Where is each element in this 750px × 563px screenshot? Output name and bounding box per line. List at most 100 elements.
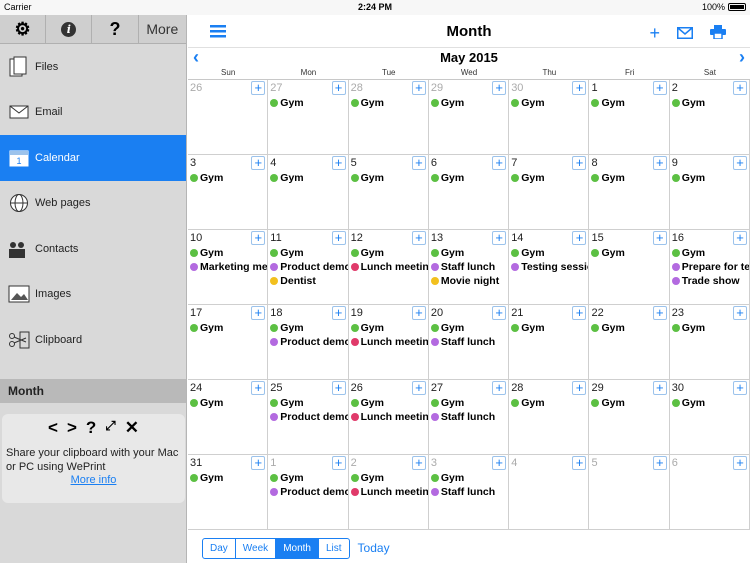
today-button[interactable]: Today [358, 541, 390, 555]
day-cell[interactable]: 25 + Gym Product demo [268, 380, 349, 455]
event-item[interactable]: Gym [350, 321, 428, 335]
add-event-button[interactable]: + [652, 381, 667, 395]
add-event-button[interactable]: + [733, 231, 748, 245]
add-event-button[interactable]: + [411, 381, 426, 395]
day-cell[interactable]: 3 + Gym [188, 155, 269, 230]
add-event-button[interactable]: + [251, 456, 266, 470]
view-tab-month[interactable]: Month [276, 538, 319, 558]
add-event-button[interactable]: + [251, 156, 266, 170]
add-event-button[interactable]: + [572, 381, 587, 395]
chevron-left-icon[interactable]: ‹ [193, 48, 199, 66]
help-button[interactable]: ? [92, 15, 139, 43]
sidebar-item-files[interactable]: Files [0, 44, 186, 90]
day-cell[interactable]: 19 + Gym Lunch meetin [348, 305, 429, 380]
add-event-button[interactable]: + [251, 306, 266, 320]
add-event-button[interactable]: + [411, 231, 426, 245]
event-item[interactable]: Product demo [270, 410, 348, 424]
day-cell[interactable]: 12 + Gym Lunch meetin [348, 230, 429, 305]
event-item[interactable]: Gym [511, 396, 588, 410]
event-item[interactable]: Gym [511, 96, 588, 110]
add-event-button[interactable]: + [492, 81, 507, 95]
event-item[interactable]: Gym [430, 471, 508, 485]
event-item[interactable]: Staff lunch [430, 410, 508, 424]
day-cell[interactable]: 18 + Gym Product demo [268, 305, 349, 380]
sidebar-item-calendar[interactable]: 1 Calendar [0, 135, 186, 181]
day-cell[interactable]: 14 + Gym Testing sessio [509, 230, 590, 305]
add-event-button[interactable]: + [572, 156, 587, 170]
event-item[interactable]: Testing sessio [511, 260, 588, 274]
add-event-button[interactable]: + [251, 381, 266, 395]
event-item[interactable]: Staff lunch [430, 485, 508, 499]
day-cell[interactable]: 4 + [509, 455, 590, 530]
add-event-button[interactable]: + [652, 231, 667, 245]
print-icon[interactable] [710, 23, 726, 44]
event-item[interactable]: Prepare for te [671, 260, 749, 274]
day-cell[interactable]: 30 + Gym [509, 80, 590, 155]
add-event-button[interactable]: + [492, 306, 507, 320]
sidebar-item-clipboard[interactable]: Clipboard [0, 317, 186, 363]
event-item[interactable]: Gym [511, 246, 588, 260]
day-cell[interactable]: 4 + Gym [268, 155, 349, 230]
chevron-right-icon[interactable]: > [67, 418, 77, 438]
day-cell[interactable]: 21 + Gym [509, 305, 590, 380]
chevron-left-icon[interactable]: < [48, 418, 58, 438]
event-item[interactable]: Dentist [270, 274, 347, 288]
event-item[interactable]: Gym [190, 321, 267, 335]
add-event-button[interactable]: + [492, 231, 507, 245]
day-cell[interactable]: 16 + Gym Prepare for te Trade show [669, 230, 750, 305]
add-event-button[interactable]: + [572, 231, 587, 245]
add-event-button[interactable]: + [492, 381, 507, 395]
event-item[interactable]: Gym [591, 321, 668, 335]
add-event-button[interactable]: + [733, 381, 748, 395]
event-item[interactable]: Gym [511, 171, 588, 185]
sidebar-item-web-pages[interactable]: Web pages [0, 181, 186, 227]
add-event-button[interactable]: + [331, 456, 346, 470]
day-cell[interactable]: 27 + Gym [268, 80, 349, 155]
day-cell[interactable]: 17 + Gym [188, 305, 269, 380]
day-cell[interactable]: 26 + Gym Lunch meetin [348, 380, 429, 455]
add-event-button[interactable]: + [652, 306, 667, 320]
day-cell[interactable]: 24 + Gym [188, 380, 269, 455]
mail-icon[interactable] [677, 23, 693, 44]
event-item[interactable]: Lunch meetin [350, 335, 428, 349]
day-cell[interactable]: 31 + Gym [188, 455, 269, 530]
event-item[interactable]: Gym [350, 96, 428, 110]
event-item[interactable]: Gym [350, 246, 428, 260]
add-event-button[interactable]: + [652, 456, 667, 470]
event-item[interactable]: Gym [671, 96, 749, 110]
event-item[interactable]: Gym [430, 246, 508, 260]
event-item[interactable]: Lunch meetin [350, 260, 428, 274]
day-cell[interactable]: 2 + Gym [669, 80, 750, 155]
event-item[interactable]: Gym [671, 321, 749, 335]
day-cell[interactable]: 11 + Gym Product demo Dentist [268, 230, 349, 305]
event-item[interactable]: Staff lunch [430, 335, 508, 349]
day-cell[interactable]: 13 + Gym Staff lunch Movie night [428, 230, 510, 305]
event-item[interactable]: Gym [190, 246, 267, 260]
day-cell[interactable]: 1 + Gym [589, 80, 670, 155]
view-tab-week[interactable]: Week [236, 538, 277, 558]
add-event-button[interactable]: + [733, 81, 748, 95]
event-item[interactable]: Gym [350, 396, 428, 410]
add-event-button[interactable]: + [411, 81, 426, 95]
event-item[interactable]: Gym [671, 246, 749, 260]
day-cell[interactable]: 20 + Gym Staff lunch [428, 305, 510, 380]
add-event-button[interactable]: + [251, 81, 266, 95]
event-item[interactable]: Gym [671, 171, 749, 185]
event-item[interactable]: Gym [511, 321, 588, 335]
event-item[interactable]: Gym [190, 396, 267, 410]
add-event-button[interactable]: + [331, 231, 346, 245]
event-item[interactable]: Gym [350, 171, 428, 185]
event-item[interactable]: Trade show [671, 274, 749, 288]
add-event-button[interactable]: + [411, 306, 426, 320]
menu-icon[interactable] [210, 24, 226, 43]
day-cell[interactable]: 5 + Gym [348, 155, 429, 230]
event-item[interactable]: Gym [270, 246, 347, 260]
event-item[interactable]: Gym [430, 96, 508, 110]
day-cell[interactable]: 30 + Gym [669, 380, 750, 455]
add-event-button[interactable]: + [733, 156, 748, 170]
day-cell[interactable]: 5 + [589, 455, 670, 530]
more-button[interactable]: More [139, 15, 186, 43]
add-event-button[interactable]: + [331, 81, 346, 95]
event-item[interactable]: Gym [591, 246, 668, 260]
more-info-link[interactable]: More info [2, 474, 185, 486]
